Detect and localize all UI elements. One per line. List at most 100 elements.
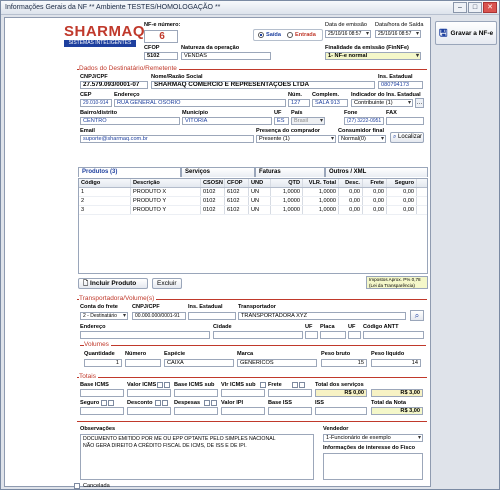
vlr-icms-sub-checkbox[interactable] (260, 382, 266, 388)
conta-frete-label: Conta do frete (80, 304, 118, 310)
nome-field[interactable]: SHARMAQ COMÉRCIO E REPRESENTAÇÕES LTDA (151, 81, 375, 89)
close-icon[interactable]: ✕ (483, 2, 497, 13)
obs-textarea[interactable]: DOCUMENTO EMITIDO POR ME OU EPP OPTANTE … (80, 434, 314, 480)
transportador-field[interactable]: TRANSPORTADORA XYZ (238, 312, 406, 320)
valor-icms-checkbox-2[interactable] (164, 382, 170, 388)
uf-field[interactable]: ES (274, 117, 289, 125)
desconto-field[interactable] (127, 407, 171, 415)
fone-field[interactable]: (27) 3222-0951 (344, 117, 384, 125)
cnpj-field[interactable]: 27.579.093/0001-07 (80, 81, 148, 89)
ie-field[interactable]: 080794173 (378, 81, 423, 89)
column-header[interactable]: UND (249, 179, 271, 187)
data-saida-field[interactable]: 25/10/16 08:57 (375, 30, 421, 38)
natureza-field[interactable]: VENDAS (181, 52, 271, 60)
despesas-checkbox-2[interactable] (211, 400, 217, 406)
frete-field[interactable] (268, 389, 312, 397)
placa-field[interactable] (320, 331, 346, 339)
frete-checkbox-2[interactable] (299, 382, 305, 388)
antt-field[interactable] (363, 331, 424, 339)
valor-icms-field[interactable] (127, 389, 171, 397)
incluir-produto-button[interactable]: 🗋 Incluir Produto (78, 278, 148, 289)
column-header[interactable]: CSOSN (201, 179, 225, 187)
bairro-field[interactable]: CENTRO (80, 117, 180, 125)
presenca-select[interactable]: Presente (1) (256, 135, 336, 143)
valor-icms-checkbox[interactable] (157, 382, 163, 388)
transp-end-field[interactable] (80, 331, 210, 339)
fax-field[interactable] (386, 117, 424, 125)
cep-field[interactable]: 29.010-914 (80, 99, 112, 107)
transp-cidade-field[interactable] (213, 331, 303, 339)
tab-faturas[interactable]: Faturas (255, 167, 325, 177)
base-icms-sub-field[interactable] (174, 389, 218, 397)
base-iss-label: Base ISS (268, 400, 292, 406)
imposto-aprox-box[interactable]: Impostos Aprox. P% 0,78 (Lei da Transpar… (366, 276, 428, 289)
iss-field[interactable] (315, 407, 367, 415)
saida-radio[interactable] (258, 32, 264, 38)
peso-liquido-field[interactable]: 14 (371, 359, 421, 367)
placa-uf-field[interactable] (348, 331, 361, 339)
main-panel: SHARMAQ SISTEMAS INTELIGENTES NF-e númer… (4, 17, 431, 489)
vendedor-select[interactable]: 1-Funcionário de exemplo (323, 434, 423, 442)
transp-ie-field[interactable] (188, 312, 236, 320)
search-icon: ⌕ (393, 134, 397, 140)
column-header[interactable]: Frete (363, 179, 387, 187)
excluir-button[interactable]: Excluir (152, 278, 182, 289)
conta-frete-select[interactable]: 2 - Destinatário (80, 312, 128, 320)
desconto-checkbox-2[interactable] (162, 400, 168, 406)
column-header[interactable]: Descrição (131, 179, 201, 187)
frete-checkbox[interactable] (292, 382, 298, 388)
ind-ie-more-button[interactable]: … (415, 98, 424, 108)
seguro-checkbox[interactable] (101, 400, 107, 406)
ind-ie-select[interactable]: Contribuinte (1) (351, 99, 413, 107)
products-table[interactable]: Código Descrição CSOSN CFOP UND QTD VLR. Total… (78, 178, 428, 274)
transp-uf-field[interactable] (305, 331, 318, 339)
email-field[interactable]: suporte@sharmaq.com.br (80, 135, 254, 143)
pais-select[interactable]: Brasil (291, 117, 325, 125)
especie-field[interactable]: CAIXA (164, 359, 234, 367)
tab-produtos[interactable]: Produtos (3) (78, 167, 181, 177)
table-row[interactable]: 2 PRODUTO Y 0102 6102 UN 1,0000 1,0000 0,00 0,00… (79, 197, 427, 206)
desconto-checkbox[interactable] (155, 400, 161, 406)
numero-field[interactable] (125, 359, 161, 367)
nf-number-field[interactable]: 6 (144, 30, 178, 43)
transp-cnpj-field[interactable]: 00.000.000/0001-91 (132, 312, 186, 320)
localizar-button[interactable]: ⌕ Localizar (390, 132, 424, 143)
valor-ipi-field[interactable] (221, 407, 265, 415)
search-transportador-icon[interactable]: ⌕ (410, 310, 424, 321)
data-emissao-field[interactable]: 25/10/16 08:57 (325, 30, 371, 38)
num-field[interactable]: 127 (288, 99, 310, 107)
tab-outros[interactable]: Outros / XML (325, 167, 428, 177)
finalidade-select[interactable]: 1- NF-e normal (325, 52, 421, 60)
consumidor-select[interactable]: Normal(0) (338, 135, 386, 143)
endereco-field[interactable]: RUA GENERAL OSÓRIO (114, 99, 286, 107)
vlr-icms-sub-field[interactable] (221, 389, 265, 397)
compl-field[interactable]: SALA 913 (312, 99, 348, 107)
despesas-checkbox[interactable] (204, 400, 210, 406)
entrada-radio[interactable] (287, 32, 293, 38)
municipio-field[interactable]: VITÓRIA (182, 117, 272, 125)
gravar-nfe-button[interactable]: 🖫 Gravar a NF-e (435, 21, 497, 45)
cfop-field[interactable]: 5102 (144, 52, 178, 60)
table-cell: 1,0000 (271, 197, 303, 205)
column-header[interactable]: QTD (271, 179, 303, 187)
seguro-field[interactable] (80, 407, 124, 415)
despesas-field[interactable] (174, 407, 218, 415)
column-header[interactable]: VLR. Total (303, 179, 339, 187)
peso-bruto-field[interactable]: 15 (321, 359, 367, 367)
tab-servicos[interactable]: Serviços (181, 167, 255, 177)
seguro-checkbox-2[interactable] (108, 400, 114, 406)
minimize-icon[interactable]: – (453, 2, 467, 13)
maximize-icon[interactable]: □ (468, 2, 482, 13)
fisco-textarea[interactable] (323, 453, 423, 480)
column-header[interactable]: Código (79, 179, 131, 187)
quantidade-field[interactable]: 1 (84, 359, 122, 367)
table-row[interactable]: 3 PRODUTO Y 0102 6102 UN 1,0000 1,0000 0,00 0,00… (79, 206, 427, 215)
column-header[interactable]: CFOP (225, 179, 249, 187)
column-header[interactable]: Desc. (339, 179, 363, 187)
base-icms-field[interactable] (80, 389, 124, 397)
table-row[interactable]: 1 PRODUTO X 0102 6102 UN 1,0000 1,0000 0,00 0,00… (79, 188, 427, 197)
cancelada-checkbox[interactable] (74, 483, 80, 489)
base-iss-field[interactable] (268, 407, 312, 415)
marca-field[interactable]: GENERICOS (237, 359, 317, 367)
column-header[interactable]: Seguro (387, 179, 417, 187)
